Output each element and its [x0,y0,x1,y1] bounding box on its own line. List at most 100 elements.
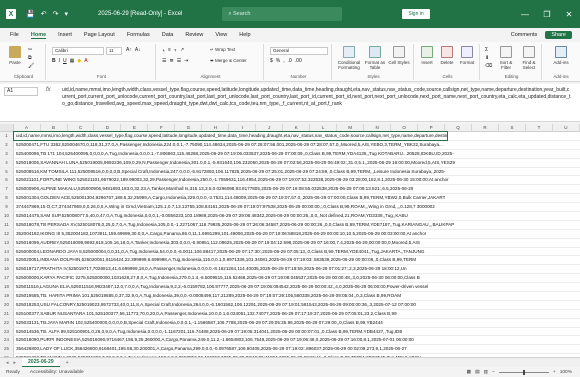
align-bottom-icon[interactable]: ⫟ [174,47,177,53]
fill-icon[interactable]: ⬇ [485,55,492,61]
column-header[interactable]: H [202,124,230,131]
row-number[interactable]: 15 [0,256,14,265]
delete-button[interactable]: Delete [438,46,456,65]
zoom-out-icon[interactable]: − [492,370,495,375]
cell-a[interactable]: 525019005,SAVANNAH LUNA,525019005,969223… [14,159,455,167]
row-number[interactable]: 10 [0,212,14,220]
cell-a[interactable]: 525000471,FTU 3362,525004670,0,118,31,27… [14,141,443,149]
close-button[interactable]: ✕ [558,10,580,19]
column-header[interactable]: R [472,124,499,131]
column-header[interactable]: A [14,124,41,131]
tab-data[interactable]: Data [162,32,174,38]
row-number[interactable]: 14 [0,247,14,256]
column-header[interactable]: C [68,124,95,131]
save-icon[interactable]: 💾 [26,10,35,18]
column-header[interactable]: J [256,124,284,131]
row-number[interactable]: 4 [0,158,14,167]
formula-input[interactable]: uid,id,name,mmsi,imo,length,width,class,… [62,87,572,108]
tab-review[interactable]: Review [185,32,203,38]
column-header[interactable]: O [391,124,419,131]
table-row[interactable]: 2 525000471,FTU 3362,525004670,0,118,31,2… [0,140,580,150]
row-number[interactable]: 25 [0,345,14,354]
clear-icon[interactable]: ⌫ [485,63,492,69]
cell-a[interactable]: 374447869,15 O,C7,374447869,0,0,26,0,0,A… [14,203,435,211]
tab-formulas[interactable]: Formulas [127,32,150,38]
table-row[interactable]: 4 525019005,SAVANNAH LUNA,525019005,96922… [0,158,580,168]
cell-a[interactable]: 525000906,ALPINE MAKALU,525000906,948189… [14,185,413,193]
align-top-icon[interactable]: ⫠ [162,47,165,53]
increase-decimal-icon[interactable]: .0 [288,58,292,64]
cell-a[interactable]: 525001304,GOLDEN ACE,525001304,9296767,1… [14,194,445,202]
tab-view[interactable]: View [215,32,227,38]
format-button[interactable]: Format [458,46,476,65]
select-all-corner[interactable] [0,124,14,131]
find-select-button[interactable]: Find & Select [518,46,540,70]
row-number[interactable]: 16 [0,265,14,274]
table-row[interactable]: 14 525000004,LEONARDO JAYA 5,525000004,0,… [0,247,580,257]
cell-a[interactable]: 352004182,IKONG III 5,352004182,1073911,… [14,230,426,238]
number-format-select[interactable]: General [270,47,328,55]
table-row[interactable]: 3 525400095,TB 171 104,525400095,0,0,0,0,… [0,149,580,159]
underline-icon[interactable]: U [63,58,67,64]
sign-in-button[interactable]: Sign in [402,9,430,19]
percent-icon[interactable]: % [276,58,280,64]
cell-a[interactable]: 525008516,KM TOMSILA 111,525008516,0,0,0… [14,168,445,176]
cell-a[interactable]: 525033131,TB.JAYA MARIN 102,525400000,0,… [14,319,383,327]
table-row[interactable]: 22 525033131,TB.JAYA MARIN 102,525400000,… [0,318,580,328]
cell-a[interactable]: 356426800,LADY OF LUCK,356426800,9168401… [14,345,407,353]
table-row[interactable]: 23 525014536,TB. ALFA 99,525100901,0,26,0… [0,327,580,337]
row-number[interactable]: 20 [0,300,14,309]
page-break-view-icon[interactable]: ▥ [484,370,489,375]
cell-a[interactable]: uid,id,name,mmsi,imo,length,width,class,… [12,131,449,141]
orientation-icon[interactable]: ↗ [180,47,184,53]
redo-icon[interactable]: ↷ [53,10,59,18]
table-row[interactable]: 9 374447869,15 O,C7,374447869,0,0,26,0,0,… [0,203,580,213]
zoom-in-icon[interactable]: + [553,370,556,375]
cell-a[interactable]: 525100377,SABUR NUSANTARA 101,525100377,… [14,310,397,318]
row-number[interactable]: 3 [0,149,14,158]
table-row[interactable]: 1 uid,id,name,mmsi,imo,length,width,class… [0,131,580,141]
share-button[interactable]: Share [545,31,572,39]
tab-page-layout[interactable]: Page Layout [84,32,115,38]
addins-button[interactable]: Add-ins [550,46,572,65]
shrink-font-icon[interactable]: A↓ [135,47,141,53]
cell-a[interactable]: 525021101,FORTUNE WING 525021101,9679022… [14,176,449,184]
italic-icon[interactable]: I [59,58,60,64]
restore-button[interactable]: ❐ [536,10,558,19]
sheet-tab[interactable]: 2025-06-29 [22,357,60,368]
fill-color-icon[interactable]: ◆ [77,58,81,64]
wrap-text-button[interactable]: ↵ Wrap Text [210,47,235,53]
align-left-icon[interactable]: ☰ [162,58,166,64]
table-row[interactable]: 16 525019717,PRATHITA IV,525019717,702681… [0,265,580,275]
cell-a[interactable]: 525014536,TB. ALFA 99,525100901,0,26,0,9… [14,328,402,336]
normal-view-icon[interactable]: ▦ [466,370,471,375]
autosum-icon[interactable]: Σ [485,47,492,53]
cell-styles-button[interactable]: Cell Styles [388,46,410,65]
row-number[interactable]: 11 [0,220,14,229]
column-header[interactable]: T [526,124,553,131]
table-row[interactable]: 11 525018078,TB PERSADA XV,525018078,0,25… [0,220,580,230]
merge-center-button[interactable]: ⬌ Merge & Center [210,58,247,64]
zoom-slider-thumb[interactable] [522,369,525,375]
copy-icon[interactable]: ⧉ [28,55,34,61]
table-row[interactable]: 21 525100377,SABUR NUSANTARA 101,52510037… [0,309,580,319]
borders-icon[interactable]: ▦ [70,58,75,64]
column-header[interactable]: S [499,124,526,131]
row-number[interactable]: 19 [0,292,14,300]
tab-insert[interactable]: Insert [58,32,72,38]
font-name-select[interactable]: Calibri [52,47,104,55]
minimize-button[interactable]: — [514,10,536,19]
search-box[interactable]: ⌕ Search [222,7,343,21]
row-number[interactable]: 23 [0,327,14,336]
zoom-slider[interactable] [498,369,549,375]
row-number[interactable]: 1 [0,132,14,140]
column-header[interactable]: E [121,124,149,131]
align-center-icon[interactable]: ≣ [169,58,173,64]
table-row[interactable]: 6 525021101,FORTUNE WING 525021101,967902… [0,176,580,186]
table-row[interactable]: 20 525018253,USU FALCONRY,525019023,95727… [0,300,580,310]
cell-a[interactable]: 525016099,AUDREY,525016099,9693,618,105.… [14,239,420,247]
row-number[interactable]: 12 [0,229,14,238]
table-row[interactable]: 10 525014475,SAM SUP,525008077,5,40,0,47,… [0,212,580,221]
column-header[interactable]: K [283,124,311,131]
row-number[interactable]: 21 [0,309,14,318]
